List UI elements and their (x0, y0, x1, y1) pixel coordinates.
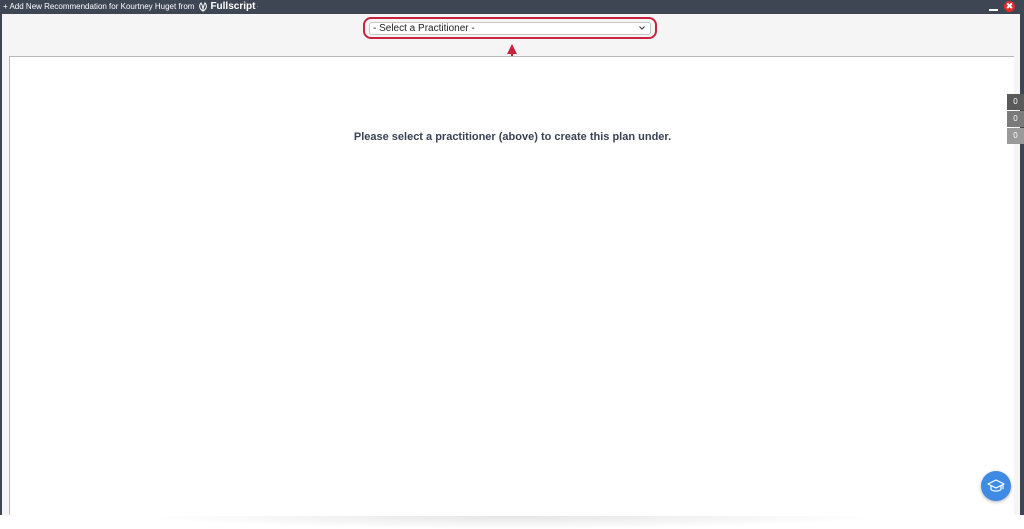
practitioner-select-highlight: - Select a Practitioner - (363, 17, 657, 39)
side-counter[interactable]: 0 (1007, 111, 1024, 127)
side-counters: 0 0 0 (1007, 94, 1024, 145)
fullscript-logo: Fullscript · (198, 0, 258, 14)
brand-trademark: · (256, 4, 259, 10)
side-counter[interactable]: 0 (1007, 128, 1024, 144)
side-counter[interactable]: 0 (1007, 94, 1024, 110)
minimize-icon[interactable] (988, 2, 998, 12)
recommendation-window: + Add New Recommendation for Kourtney Hu… (0, 0, 1024, 529)
window-titlebar: + Add New Recommendation for Kourtney Hu… (0, 0, 1024, 14)
plan-panel: Please select a practitioner (above) to … (9, 56, 1014, 515)
help-button[interactable] (981, 471, 1011, 501)
fullscript-leaf-icon (199, 2, 208, 12)
bottom-shadow (142, 516, 882, 529)
window-content: - Select a Practitioner - Please select … (2, 14, 1020, 529)
chevron-down-icon (639, 26, 645, 30)
brand-name: Fullscript (210, 1, 256, 12)
window-title: + Add New Recommendation for Kourtney Hu… (3, 2, 195, 11)
practitioner-select-value: - Select a Practitioner - (373, 23, 475, 34)
select-practitioner-message: Please select a practitioner (above) to … (353, 131, 672, 143)
graduation-cap-icon (987, 479, 1005, 492)
practitioner-select[interactable]: - Select a Practitioner - (369, 22, 651, 35)
close-icon[interactable]: ✖ (1004, 1, 1015, 12)
